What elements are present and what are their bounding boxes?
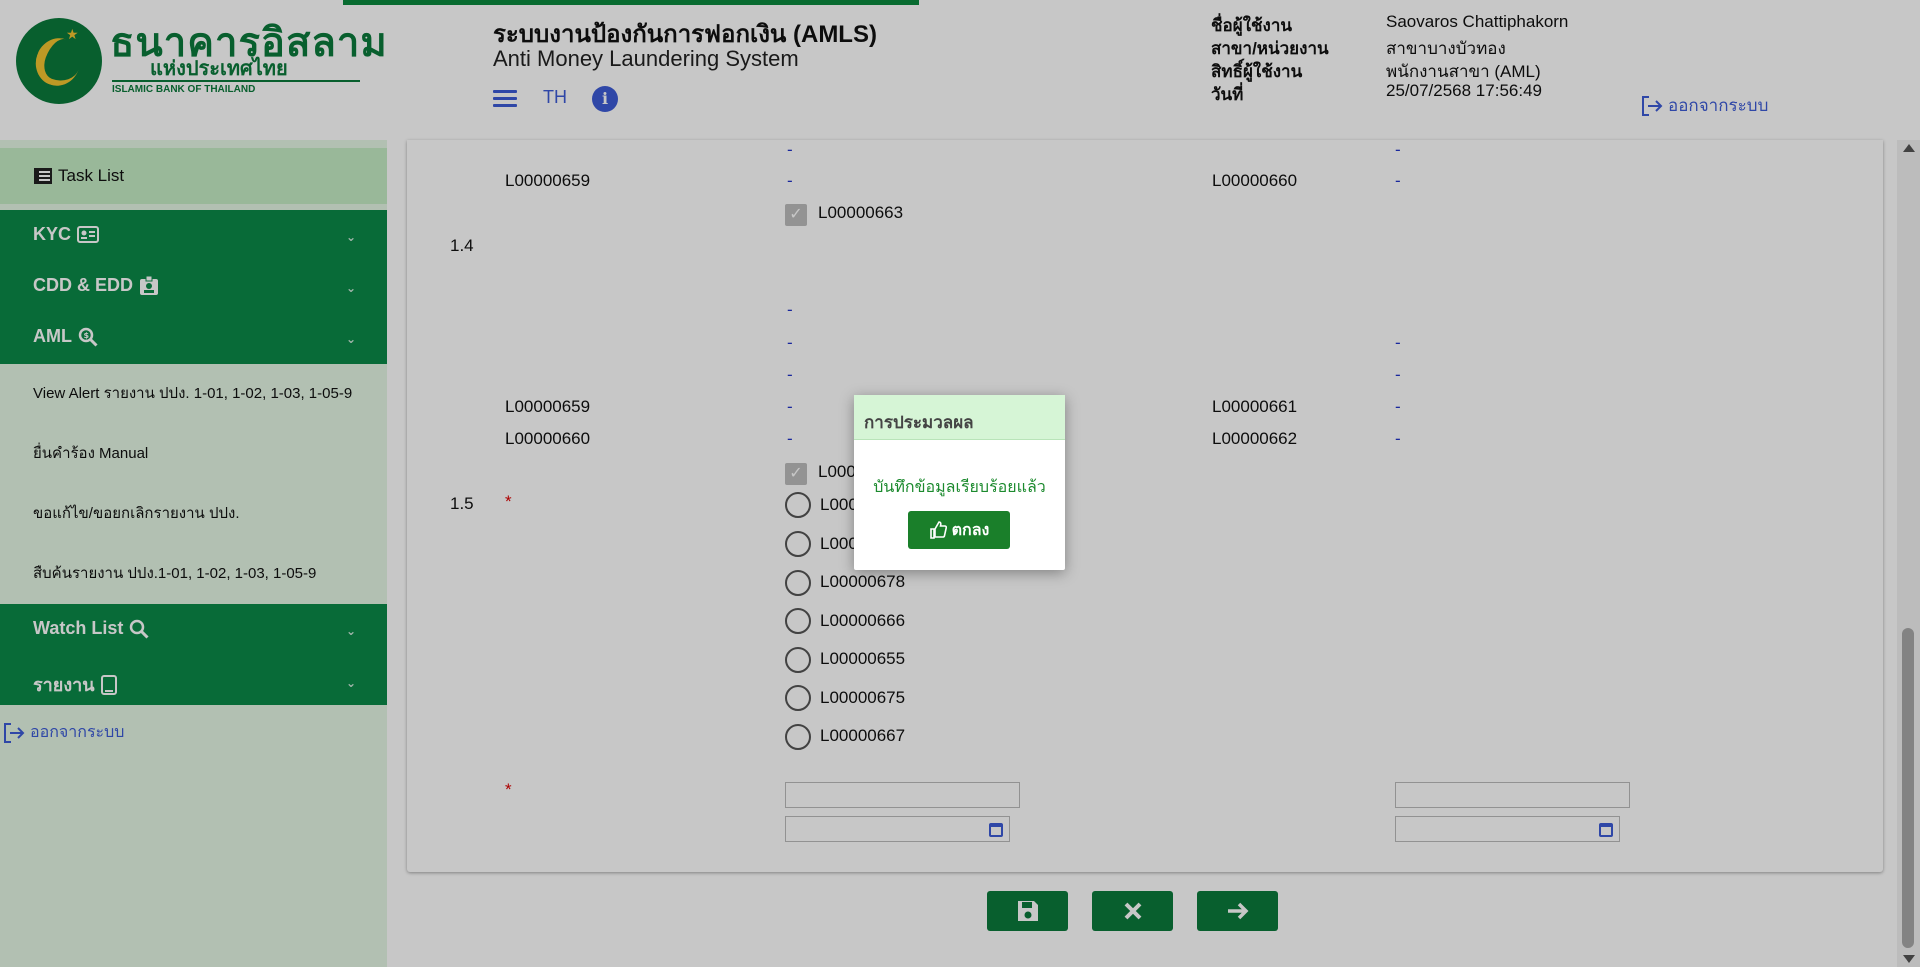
ok-label: ตกลง (951, 521, 990, 539)
dialog-title: การประมวลผล (854, 395, 1065, 440)
ok-button[interactable]: ตกลง (908, 511, 1010, 549)
dialog-message: บันทึกข้อมูลเรียบร้อยแล้ว (873, 479, 1046, 496)
thumbs-up-icon (929, 521, 947, 539)
processing-dialog: การประมวลผล บันทึกข้อมูลเรียบร้อยแล้ว ตก… (854, 395, 1065, 570)
